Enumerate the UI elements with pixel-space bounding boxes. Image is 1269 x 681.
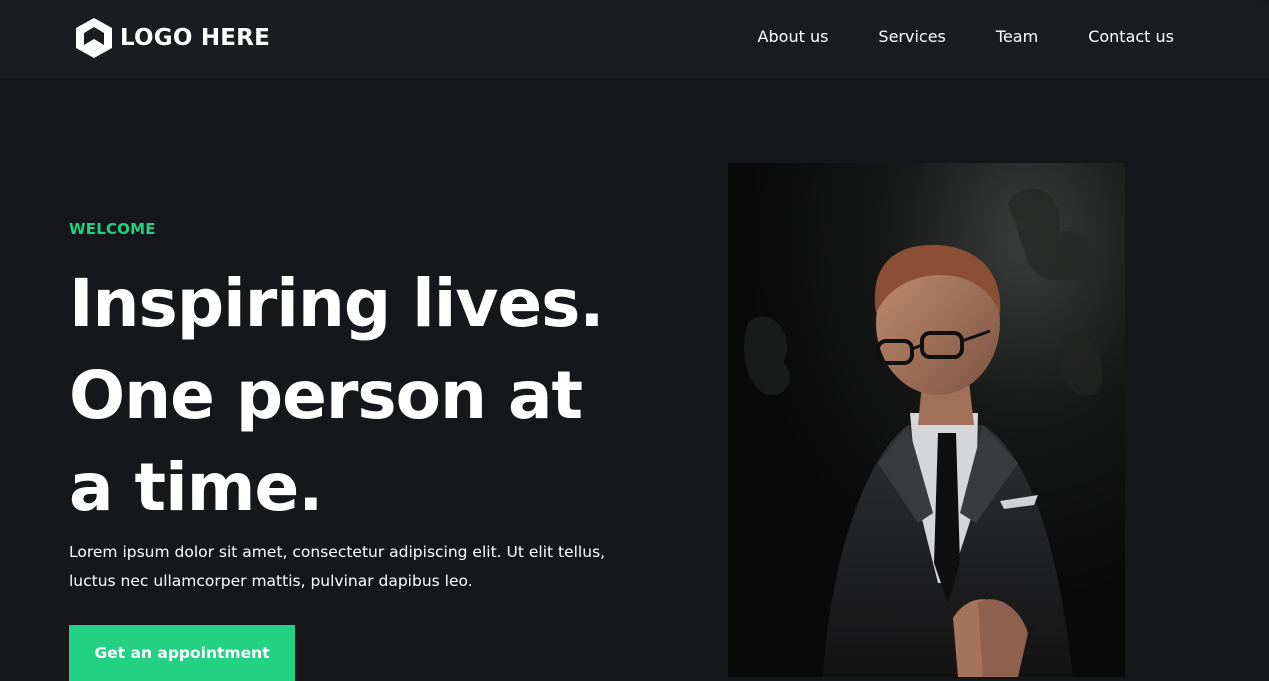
nav-link-services[interactable]: Services [878, 27, 945, 46]
hero-eyebrow: WELCOME [69, 220, 156, 238]
hero-headline-line-3: a time. [69, 449, 323, 526]
main-nav: About us Services Team Contact us [758, 27, 1174, 46]
nav-link-team[interactable]: Team [996, 27, 1038, 46]
site-header: LOGO HERE About us Services Team Contact… [0, 0, 1269, 78]
logo-text: LOGO HERE [120, 25, 271, 51]
hexagon-cube-icon [76, 18, 112, 58]
portrait-illustration [728, 163, 1125, 677]
hero-content: WELCOME Inspiring lives. One person at a… [69, 220, 669, 596]
hero-body-text: Lorem ipsum dolor sit amet, consectetur … [69, 543, 606, 590]
logo[interactable]: LOGO HERE [72, 16, 270, 60]
hero-headline: Inspiring lives. One person at a time. [69, 258, 669, 534]
hero-headline-line-1: Inspiring lives. [69, 265, 604, 342]
hero-headline-line-2: One person at [69, 357, 583, 434]
nav-link-contact-us[interactable]: Contact us [1088, 27, 1174, 46]
nav-link-about-us[interactable]: About us [758, 27, 829, 46]
hero-portrait-image [728, 163, 1125, 677]
get-appointment-button[interactable]: Get an appointment [69, 625, 295, 681]
